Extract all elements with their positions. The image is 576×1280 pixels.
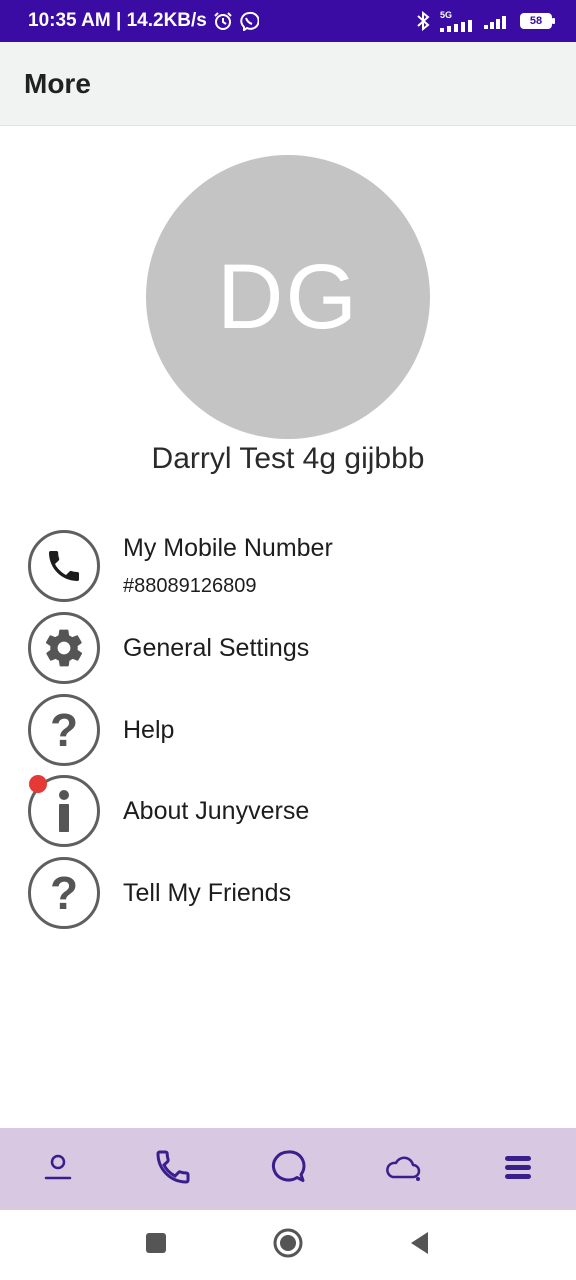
avatar-initials: DG: [217, 245, 359, 348]
nav-contacts[interactable]: [28, 1139, 88, 1199]
menu-text: My Mobile Number #88089126809: [123, 534, 333, 598]
status-time-speed: 10:35 AM | 14.2KB/s: [28, 10, 207, 31]
menu-item-my-mobile-number[interactable]: My Mobile Number #88089126809: [28, 530, 548, 602]
square-icon: [144, 1231, 168, 1260]
phone-icon: [28, 530, 100, 602]
nav-calls[interactable]: [143, 1139, 203, 1199]
status-bar: 10:35 AM | 14.2KB/s 5G 58: [0, 0, 576, 42]
cloud-icon: [383, 1147, 423, 1192]
menu-label: Help: [123, 715, 175, 744]
back-triangle-icon: [408, 1230, 432, 1261]
home-circle-icon: [272, 1227, 304, 1264]
nav-more[interactable]: [488, 1139, 548, 1199]
alarm-icon: [213, 11, 233, 31]
profile-name: Darryl Test 4g gijbbb: [151, 442, 425, 475]
menu-icon: [502, 1151, 534, 1188]
info-icon: [28, 775, 100, 847]
chat-icon: [268, 1147, 308, 1192]
menu-text: Tell My Friends: [123, 879, 291, 908]
signal-icon: 5G: [440, 9, 474, 32]
menu-item-help[interactable]: ? Help: [28, 694, 548, 766]
system-navigation: [0, 1210, 576, 1280]
back-button[interactable]: [400, 1225, 440, 1265]
nav-chats[interactable]: [258, 1139, 318, 1199]
home-button[interactable]: [268, 1225, 308, 1265]
menu-label: About Junyverse: [123, 796, 310, 825]
help-icon: ?: [28, 694, 100, 766]
menu-label: General Settings: [123, 633, 310, 662]
menu-text: About Junyverse: [123, 797, 309, 826]
app-bar: More: [0, 42, 576, 126]
menu-text: General Settings: [123, 634, 309, 663]
nav-cloud[interactable]: [373, 1139, 433, 1199]
contacts-icon: [42, 1151, 74, 1188]
menu-label: My Mobile Number: [123, 534, 333, 562]
notification-badge: [29, 775, 47, 793]
mobile-number-value: #88089126809: [123, 575, 257, 597]
battery-icon: 58: [520, 13, 555, 29]
phone-icon: [153, 1147, 193, 1192]
menu-text: Help: [123, 716, 174, 745]
page-title: More: [24, 67, 91, 99]
help-icon: ?: [28, 857, 100, 929]
network-label: 5G: [440, 9, 453, 20]
menu-item-tell-my-friends[interactable]: ? Tell My Friends: [28, 857, 548, 929]
menu-label: Tell My Friends: [123, 878, 292, 907]
recents-button[interactable]: [136, 1225, 176, 1265]
menu-item-general-settings[interactable]: General Settings: [28, 612, 548, 684]
avatar[interactable]: DG: [146, 155, 430, 439]
menu-item-about-junyverse[interactable]: About Junyverse: [28, 775, 548, 847]
battery-level: 58: [529, 15, 543, 27]
bottom-navigation: [0, 1128, 576, 1210]
status-right: 5G 58: [416, 9, 555, 32]
viber-icon: [239, 11, 259, 31]
gear-icon: [28, 612, 100, 684]
signal-icon-2: [484, 13, 510, 29]
bluetooth-icon: [416, 11, 430, 31]
status-left: 10:35 AM | 14.2KB/s: [28, 10, 259, 32]
